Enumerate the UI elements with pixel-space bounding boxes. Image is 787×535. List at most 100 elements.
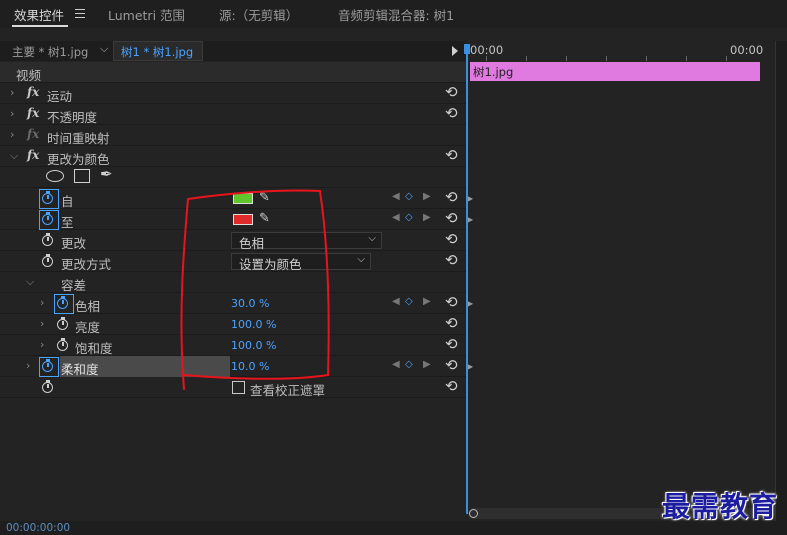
property-from-label: 自: [61, 194, 74, 209]
fx-icon[interactable]: fx: [27, 106, 39, 120]
reset-icon[interactable]: ⟲: [445, 378, 458, 394]
chevron-right-icon[interactable]: ›: [26, 359, 30, 372]
effect-row-opacity[interactable]: › fx 不透明度 ⟲: [0, 104, 466, 125]
next-keyframe-icon[interactable]: ▶: [423, 191, 431, 202]
effect-row-time-remap[interactable]: › fx 时间重映射: [0, 125, 466, 146]
add-keyframe-icon[interactable]: ◇: [405, 191, 413, 202]
stopwatch-icon[interactable]: [56, 338, 71, 352]
property-to-label: 至: [61, 215, 74, 230]
prev-keyframe-icon[interactable]: ◀: [392, 212, 400, 223]
tab-lumetri-scopes[interactable]: Lumetri 范围: [108, 5, 185, 24]
add-keyframe-icon[interactable]: ◇: [405, 212, 413, 223]
property-saturation-label: 饱和度: [75, 341, 113, 356]
pen-mask-icon[interactable]: ✒: [100, 165, 113, 183]
reset-icon[interactable]: ⟲: [445, 189, 458, 205]
reset-icon[interactable]: ⟲: [445, 231, 458, 247]
prev-keyframe-icon[interactable]: ◀: [392, 296, 400, 307]
reset-icon[interactable]: ⟲: [445, 336, 458, 352]
reset-icon[interactable]: ⟲: [445, 147, 458, 163]
chevron-down-icon[interactable]: ⌵: [100, 42, 108, 56]
reset-icon[interactable]: ⟲: [445, 84, 458, 100]
chevron-right-icon[interactable]: ›: [40, 338, 44, 351]
stopwatch-icon[interactable]: [41, 380, 56, 394]
reset-icon[interactable]: ⟲: [445, 294, 458, 310]
chevron-right-icon[interactable]: ›: [40, 296, 44, 309]
reset-icon[interactable]: ⟲: [445, 105, 458, 121]
fx-icon[interactable]: fx: [27, 148, 39, 162]
vertical-scrollbar[interactable]: [775, 41, 787, 521]
timecode-end: 00:00: [730, 43, 764, 57]
ruler-tick: [726, 56, 727, 61]
playhead-handle[interactable]: [464, 44, 470, 54]
chevron-down-icon[interactable]: ⌵: [10, 149, 18, 163]
next-keyframe-icon[interactable]: ▶: [423, 296, 431, 307]
section-video-label: 视频: [16, 68, 42, 83]
property-softness-label: 柔和度: [61, 362, 99, 377]
stopwatch-icon[interactable]: [39, 210, 59, 230]
stopwatch-icon[interactable]: [41, 233, 56, 247]
ellipse-mask-icon[interactable]: [46, 170, 64, 182]
stopwatch-icon[interactable]: [41, 254, 56, 268]
add-keyframe-icon[interactable]: ◇: [405, 296, 413, 307]
play-icon[interactable]: [452, 46, 458, 56]
effect-opacity-label: 不透明度: [47, 110, 98, 125]
ruler-tick: [526, 56, 527, 61]
clip-header: 主要 * 树1.jpg ⌵ 树1 * 树1.jpg: [0, 41, 466, 61]
master-clip-label[interactable]: 主要 * 树1.jpg: [12, 44, 88, 60]
section-video: 视频: [0, 62, 466, 83]
playhead-line[interactable]: [466, 44, 468, 514]
property-tolerance-label: 容差: [61, 278, 87, 293]
chevron-right-icon[interactable]: ›: [10, 128, 14, 141]
stopwatch-icon[interactable]: [39, 189, 59, 209]
next-keyframe-icon[interactable]: ▶: [423, 359, 431, 370]
timeline-ruler[interactable]: 00:00 00:00: [466, 41, 775, 61]
stopwatch-icon[interactable]: [56, 317, 71, 331]
panel-menu-icon[interactable]: [75, 9, 85, 21]
active-tab-underline: [12, 25, 68, 27]
add-keyframe-icon[interactable]: ◇: [405, 359, 413, 370]
property-change-label: 更改: [61, 236, 87, 251]
prev-keyframe-icon[interactable]: ◀: [392, 359, 400, 370]
chevron-right-icon[interactable]: ›: [10, 107, 14, 120]
sequence-clip-label: 树1 * 树1.jpg: [121, 45, 194, 59]
stopwatch-icon[interactable]: [54, 294, 74, 314]
tab-audio-clip-mixer[interactable]: 音频剪辑混合器: 树1: [338, 5, 454, 24]
ruler-tick: [646, 56, 647, 61]
sequence-clip-selector[interactable]: 树1 * 树1.jpg: [113, 41, 203, 61]
reset-icon[interactable]: ⟲: [445, 357, 458, 373]
reset-icon[interactable]: ⟲: [445, 210, 458, 226]
chevron-right-icon[interactable]: ›: [40, 317, 44, 330]
property-lightness-label: 亮度: [75, 320, 101, 335]
current-timecode[interactable]: 00:00:00:00: [6, 522, 70, 534]
ruler-tick: [606, 56, 607, 61]
timeline-clip-label: 树1.jpg: [473, 65, 514, 79]
annotation-outline: [180, 189, 330, 390]
chevron-down-icon: ⌵: [357, 254, 365, 265]
rectangle-mask-icon[interactable]: [74, 169, 90, 183]
fx-icon[interactable]: fx: [27, 85, 39, 99]
chevron-down-icon: ⌵: [368, 233, 376, 244]
property-change-by-label: 更改方式: [61, 257, 112, 272]
ruler-tick: [486, 56, 487, 61]
panel-tab-bar: 效果控件 Lumetri 范围 源:（无剪辑） 音频剪辑混合器: 树1: [0, 0, 787, 28]
timeline-clip[interactable]: 树1.jpg: [470, 62, 760, 81]
tab-effect-controls[interactable]: 效果控件: [14, 5, 64, 24]
effect-row-change-to-color[interactable]: ⌵ fx 更改为颜色 ⟲: [0, 146, 466, 167]
reset-icon[interactable]: ⟲: [445, 252, 458, 268]
prev-keyframe-icon[interactable]: ◀: [392, 191, 400, 202]
effect-time-remap-label: 时间重映射: [47, 131, 110, 146]
timecode-start: 00:00: [470, 43, 504, 57]
scrollbar-handle[interactable]: [469, 509, 478, 518]
next-keyframe-icon[interactable]: ▶: [423, 212, 431, 223]
reset-icon[interactable]: ⟲: [445, 315, 458, 331]
watermark-logo: 最需教育: [662, 490, 779, 523]
tab-source[interactable]: 源:（无剪辑）: [219, 5, 298, 24]
ruler-tick: [686, 56, 687, 61]
property-hue-label: 色相: [75, 299, 101, 314]
chevron-right-icon[interactable]: ›: [10, 86, 14, 99]
chevron-down-icon[interactable]: ⌵: [26, 275, 34, 289]
stopwatch-icon[interactable]: [39, 357, 59, 377]
ruler-tick: [566, 56, 567, 61]
effect-motion-label: 运动: [47, 89, 73, 104]
effect-row-motion[interactable]: › fx 运动 ⟲: [0, 83, 466, 104]
